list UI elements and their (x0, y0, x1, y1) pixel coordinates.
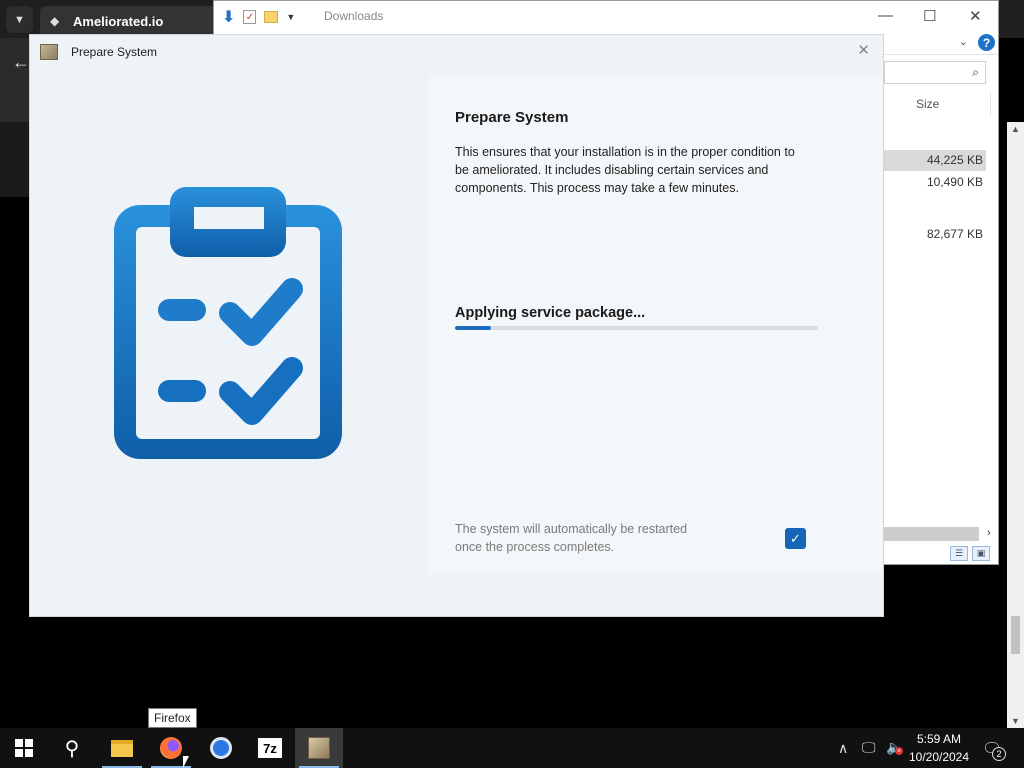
details-view-icon[interactable]: ☰ (950, 546, 968, 561)
7zip-icon: 7z (258, 738, 282, 758)
large-icons-view-icon[interactable]: ▣ (972, 546, 990, 561)
page-heading: Prepare System (455, 109, 569, 126)
scroll-right-arrow-icon[interactable]: › (987, 527, 991, 539)
installer-box-icon (40, 44, 58, 60)
column-header-size-label: Size (916, 97, 940, 111)
mouse-cursor (183, 756, 189, 768)
prepare-system-dialog: Prepare System ✕ Prepare System This ens… (29, 34, 884, 617)
progress-bar (455, 326, 818, 330)
status-text: Applying service package... (455, 305, 646, 321)
clock-date: 10/20/2024 (908, 750, 970, 764)
tab-list-button[interactable]: ▼ (6, 6, 33, 33)
taskbar-7zip[interactable]: 7z (246, 728, 294, 768)
browser-tab-title: Ameliorated.io (73, 13, 164, 29)
page-scrollbar[interactable]: ▲ ▼ (1007, 122, 1024, 728)
scrollbar-thumb[interactable] (1011, 616, 1020, 654)
scroll-up-arrow-icon[interactable]: ▲ (1011, 124, 1020, 134)
taskbar-file-explorer[interactable] (98, 728, 146, 768)
clock-time: 5:59 AM (916, 732, 962, 746)
progress-bar-fill (455, 326, 492, 330)
volume-muted-icon[interactable]: 🔈 × (886, 739, 903, 756)
explorer-titlebar: ⬇ ✓ ▼ Downloads — ☐ ✕ (214, 1, 998, 31)
back-arrow-icon[interactable]: ← (12, 52, 30, 73)
search-button[interactable]: ⚲ (48, 728, 96, 768)
browser-tab[interactable]: ◆ Ameliorated.io (40, 6, 220, 36)
horizontal-scrollbar-thumb[interactable] (884, 527, 979, 541)
description-text: This ensures that your installation is i… (455, 145, 795, 195)
ameliorated-favicon-icon: ◆ (50, 14, 60, 28)
notification-count-badge: 2 (992, 747, 1006, 761)
restart-note: The system will automatically be restart… (455, 522, 688, 554)
properties-check-icon[interactable]: ✓ (243, 10, 257, 24)
expand-ribbon-chevron-icon[interactable]: ⌄ (959, 35, 968, 48)
search-icon: ⚲ (64, 737, 80, 760)
minimize-icon[interactable]: — (878, 7, 893, 24)
view-switcher: ☰ ▣ (950, 546, 990, 561)
chevron-down-icon: ▼ (14, 13, 25, 26)
browser-nav-bar: ← (0, 38, 30, 122)
column-divider[interactable] (990, 91, 991, 117)
search-icon: ⌕ (972, 65, 979, 79)
quick-access-toolbar: ⬇ ✓ ▼ (222, 7, 295, 27)
show-hidden-icons-chevron-icon[interactable]: ∧ (838, 740, 848, 757)
explorer-title: Downloads (324, 9, 384, 23)
close-icon[interactable]: ✕ (969, 7, 982, 25)
firefox-icon (160, 737, 182, 759)
file-size: 44,225 KB (926, 153, 983, 167)
download-arrow-icon[interactable]: ⬇ (222, 7, 235, 27)
column-header-size[interactable]: Size (884, 91, 994, 117)
ameliorated-installer-icon (308, 737, 330, 759)
taskbar-chrome[interactable] (197, 728, 245, 768)
help-icon[interactable]: ? (978, 34, 995, 51)
network-icon[interactable]: 🖵 (862, 739, 876, 756)
taskbar-ameliorated-installer[interactable] (295, 728, 343, 768)
auto-restart-checkbox[interactable]: ✓ (785, 528, 806, 549)
start-button[interactable] (0, 728, 48, 768)
file-size: 82,677 KB (926, 227, 983, 241)
new-folder-icon[interactable] (264, 11, 279, 23)
taskbar-tooltip: Firefox (148, 708, 197, 728)
file-size: 10,490 KB (926, 175, 983, 189)
clipboard-checklist-icon (114, 187, 342, 459)
chrome-icon (210, 737, 232, 759)
system-clock[interactable]: 5:59 AM 10/20/2024 (906, 730, 972, 766)
browser-page-area (0, 122, 30, 197)
dialog-title: Prepare System (71, 45, 158, 59)
close-icon[interactable]: ✕ (857, 41, 870, 59)
customize-toolbar-caret-icon[interactable]: ▼ (286, 12, 295, 22)
explorer-search-input[interactable]: ⌕ (884, 61, 986, 84)
content-panel: Prepare System This ensures that your in… (429, 75, 883, 574)
maximize-icon[interactable]: ☐ (923, 7, 936, 25)
checkmark-icon: ✓ (790, 530, 801, 546)
file-explorer-icon (111, 739, 133, 757)
action-center-icon[interactable]: 🗨2 (982, 739, 1006, 761)
windows-logo-icon (15, 739, 33, 757)
scroll-down-arrow-icon[interactable]: ▼ (1011, 716, 1020, 726)
